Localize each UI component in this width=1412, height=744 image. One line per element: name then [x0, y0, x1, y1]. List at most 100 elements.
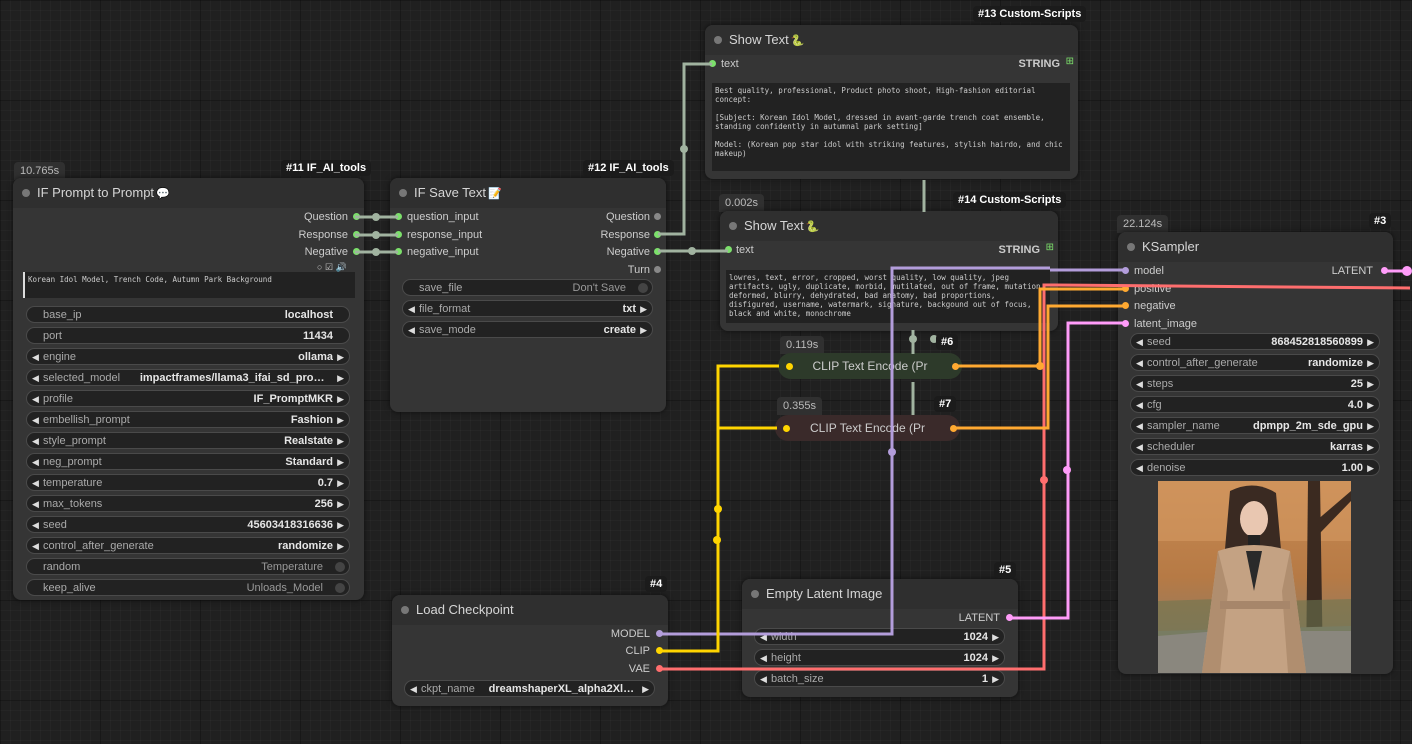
- arrow-right-icon[interactable]: ▶: [1367, 376, 1374, 393]
- arrow-right-icon[interactable]: ▶: [1367, 397, 1374, 414]
- input-response[interactable]: response_input: [407, 227, 482, 243]
- node-title-bar[interactable]: IF Save Text 📝: [390, 178, 666, 208]
- clip-text-encode-6-node[interactable]: CLIP Text Encode (Pr: [778, 353, 962, 379]
- toggle-knob[interactable]: [335, 562, 345, 572]
- collapse-dot-icon[interactable]: [714, 36, 722, 44]
- output-pin[interactable]: [1006, 614, 1013, 621]
- arrow-right-icon[interactable]: ▶: [337, 454, 344, 471]
- port-field[interactable]: port 11434: [26, 327, 350, 344]
- output-model[interactable]: MODEL: [611, 626, 650, 642]
- save-file-toggle[interactable]: save_file Don't Save: [402, 279, 653, 296]
- batch-size-number[interactable]: ◀ batch_size 1 ▶: [754, 670, 1005, 687]
- ksampler-node[interactable]: KSampler model positive negative latent_…: [1118, 232, 1393, 674]
- arrow-right-icon[interactable]: ▶: [992, 629, 999, 646]
- arrow-left-icon[interactable]: ◀: [760, 671, 767, 688]
- show-text-node-14[interactable]: Show Text 🐍 text STRING ⊞ lowres, text, e…: [720, 211, 1058, 331]
- width-number[interactable]: ◀ width 1024 ▶: [754, 628, 1005, 645]
- max-tokens-number[interactable]: ◀ max_tokens 256 ▶: [26, 495, 350, 512]
- arrow-left-icon[interactable]: ◀: [410, 681, 417, 698]
- neg-prompt-combo[interactable]: ◀ neg_prompt Standard ▶: [26, 453, 350, 470]
- input-pin[interactable]: [395, 231, 402, 238]
- node-title-bar[interactable]: Show Text 🐍: [720, 211, 1058, 241]
- output-pin[interactable]: [353, 248, 360, 255]
- collapse-dot-icon[interactable]: [751, 590, 759, 598]
- scheduler-combo[interactable]: ◀ scheduler karras ▶: [1130, 438, 1380, 455]
- input-pin[interactable]: [786, 363, 793, 370]
- output-pin[interactable]: [654, 231, 661, 238]
- toggle-knob[interactable]: [638, 283, 648, 293]
- collapse-dot-icon[interactable]: [729, 222, 737, 230]
- arrow-left-icon[interactable]: ◀: [32, 454, 39, 471]
- collapse-dot-icon[interactable]: [22, 189, 30, 197]
- keep-alive-toggle[interactable]: keep_alive Unloads_Model: [26, 579, 350, 596]
- arrow-left-icon[interactable]: ◀: [1136, 439, 1143, 456]
- input-question[interactable]: question_input: [407, 209, 479, 225]
- arrow-left-icon[interactable]: ◀: [32, 370, 39, 387]
- input-text[interactable]: text: [736, 242, 754, 258]
- arrow-left-icon[interactable]: ◀: [32, 538, 39, 555]
- output-question[interactable]: Question: [606, 209, 650, 225]
- embellish-prompt-combo[interactable]: ◀ embellish_prompt Fashion ▶: [26, 411, 350, 428]
- arrow-left-icon[interactable]: ◀: [32, 496, 39, 513]
- sampler-name-combo[interactable]: ◀ sampler_name dpmpp_2m_sde_gpu ▶: [1130, 417, 1380, 434]
- arrow-left-icon[interactable]: ◀: [1136, 376, 1143, 393]
- collapse-dot-icon[interactable]: [1127, 243, 1135, 251]
- temperature-number[interactable]: ◀ temperature 0.7 ▶: [26, 474, 350, 491]
- arrow-right-icon[interactable]: ▶: [640, 301, 647, 318]
- ckpt-name-combo[interactable]: ◀ ckpt_name dreamshaperXL_alpha2Xl10... ▶: [404, 680, 655, 697]
- output-vae[interactable]: VAE: [629, 661, 650, 677]
- collapse-dot-icon[interactable]: [399, 189, 407, 197]
- arrow-right-icon[interactable]: ▶: [1367, 460, 1374, 477]
- engine-combo[interactable]: ◀ engine ollama ▶: [26, 348, 350, 365]
- denoise-number[interactable]: ◀ denoise 1.00 ▶: [1130, 459, 1380, 476]
- input-pin[interactable]: [1122, 302, 1129, 309]
- output-pin[interactable]: [654, 248, 661, 255]
- output-response[interactable]: Response: [298, 227, 348, 243]
- output-latent[interactable]: LATENT: [1332, 263, 1373, 279]
- height-number[interactable]: ◀ height 1024 ▶: [754, 649, 1005, 666]
- speaker-icon[interactable]: 🔊: [336, 262, 347, 272]
- arrow-right-icon[interactable]: ▶: [337, 391, 344, 408]
- arrow-left-icon[interactable]: ◀: [760, 629, 767, 646]
- arrow-left-icon[interactable]: ◀: [32, 391, 39, 408]
- arrow-left-icon[interactable]: ◀: [32, 412, 39, 429]
- clip-text-encode-7-node[interactable]: CLIP Text Encode (Pr: [775, 415, 960, 441]
- output-latent[interactable]: LATENT: [959, 610, 1000, 626]
- selected-model-combo[interactable]: ◀ selected_model impactframes/llama3_ifai_…: [26, 369, 350, 386]
- checkbox-icon[interactable]: ☑: [325, 262, 333, 272]
- grid-pin-icon[interactable]: ⊞: [1066, 56, 1074, 67]
- save-mode-combo[interactable]: ◀ save_mode create ▶: [402, 321, 653, 338]
- arrow-right-icon[interactable]: ▶: [1367, 355, 1374, 372]
- input-prompt-textarea[interactable]: Korean Idol Model, Trench Code, Autumn P…: [23, 272, 355, 298]
- input-pin[interactable]: [395, 248, 402, 255]
- steps-number[interactable]: ◀ steps 25 ▶: [1130, 375, 1380, 392]
- arrow-left-icon[interactable]: ◀: [760, 650, 767, 667]
- base-ip-field[interactable]: base_ip localhost: [26, 306, 350, 323]
- output-negative[interactable]: Negative: [305, 244, 348, 260]
- seed-number[interactable]: ◀ seed 868452818560899 ▶: [1130, 333, 1380, 350]
- output-pin[interactable]: [656, 665, 663, 672]
- arrow-left-icon[interactable]: ◀: [1136, 355, 1143, 372]
- input-pin[interactable]: [783, 425, 790, 432]
- output-pin[interactable]: [656, 630, 663, 637]
- node-title-bar[interactable]: Empty Latent Image: [742, 579, 1018, 609]
- arrow-right-icon[interactable]: ▶: [337, 517, 344, 534]
- output-pin[interactable]: [952, 363, 959, 370]
- input-pin[interactable]: [709, 60, 716, 67]
- output-question[interactable]: Question: [304, 209, 348, 225]
- arrow-right-icon[interactable]: ▶: [1367, 439, 1374, 456]
- arrow-right-icon[interactable]: ▶: [642, 681, 649, 698]
- node-title-bar[interactable]: Show Text 🐍: [705, 25, 1078, 55]
- output-response[interactable]: Response: [600, 227, 650, 243]
- cfg-number[interactable]: ◀ cfg 4.0 ▶: [1130, 396, 1380, 413]
- input-pin[interactable]: [395, 213, 402, 220]
- arrow-left-icon[interactable]: ◀: [1136, 334, 1143, 351]
- arrow-right-icon[interactable]: ▶: [337, 475, 344, 492]
- input-pin[interactable]: [1122, 285, 1129, 292]
- output-pin[interactable]: [950, 425, 957, 432]
- control-after-generate-combo[interactable]: ◀ control_after_generate randomize ▶: [26, 537, 350, 554]
- arrow-left-icon[interactable]: ◀: [32, 349, 39, 366]
- arrow-right-icon[interactable]: ▶: [337, 496, 344, 513]
- show-text-node-13[interactable]: Show Text 🐍 text STRING ⊞ Best quality, p…: [705, 25, 1078, 179]
- node-title-bar[interactable]: Load Checkpoint: [392, 595, 668, 625]
